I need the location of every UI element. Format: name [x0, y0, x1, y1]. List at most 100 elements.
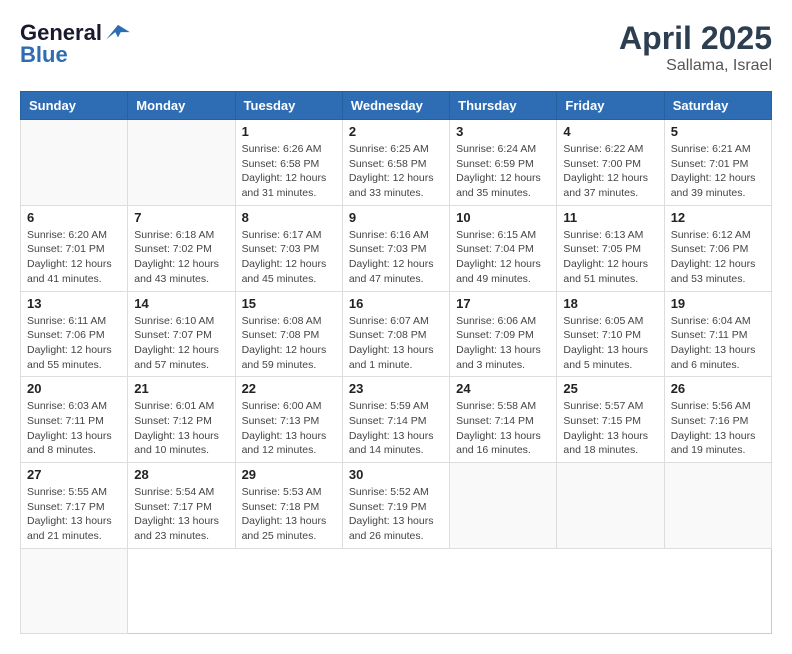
day-number: 14: [134, 296, 228, 311]
day-number: 5: [671, 124, 765, 139]
calendar-cell: 6Sunrise: 6:20 AM Sunset: 7:01 PM Daylig…: [21, 205, 128, 291]
calendar-cell: 20 Sunrise: 6:03 AM Sunset: 7:11 PM Dayli…: [21, 377, 128, 463]
logo-blue-text: Blue: [20, 42, 68, 68]
day-number: 23: [349, 381, 443, 396]
day-info: Sunrise: 6:07 AM Sunset: 7:08 PM Dayligh…: [349, 314, 443, 373]
day-info: Sunrise: 6:12 AM Sunset: 7:06 PM Dayligh…: [671, 228, 765, 287]
day-number: 25: [563, 381, 657, 396]
day-info: Sunrise: 6:01 AM Sunset: 7:12 PM Dayligh…: [134, 399, 228, 458]
day-number: 7: [134, 210, 228, 225]
day-number: 29: [242, 467, 336, 482]
day-info: Sunrise: 6:03 AM Sunset: 7:11 PM Dayligh…: [27, 399, 121, 458]
day-info: Sunrise: 5:54 AM Sunset: 7:17 PM Dayligh…: [134, 485, 228, 544]
header-friday: Friday: [557, 92, 664, 120]
day-info: Sunrise: 6:15 AM Sunset: 7:04 PM Dayligh…: [456, 228, 550, 287]
day-number: 9: [349, 210, 443, 225]
calendar-cell: 24 Sunrise: 5:58 AM Sunset: 7:14 PM Dayli…: [450, 377, 557, 463]
day-number: 17: [456, 296, 550, 311]
calendar-cell: 19 Sunrise: 6:04 AM Sunset: 7:11 PM Dayli…: [664, 291, 771, 377]
weekday-header-row: Sunday Monday Tuesday Wednesday Thursday…: [21, 92, 772, 120]
day-number: 4: [563, 124, 657, 139]
calendar-cell: 23 Sunrise: 5:59 AM Sunset: 7:14 PM Dayli…: [342, 377, 449, 463]
calendar-cell: 30Sunrise: 5:52 AM Sunset: 7:19 PM Dayli…: [342, 463, 449, 549]
calendar-cell: 3 Sunrise: 6:24 AM Sunset: 6:59 PM Daylig…: [450, 120, 557, 206]
day-info: Sunrise: 6:17 AM Sunset: 7:03 PM Dayligh…: [242, 228, 336, 287]
day-number: 15: [242, 296, 336, 311]
day-info: Sunrise: 6:26 AM Sunset: 6:58 PM Dayligh…: [242, 142, 336, 201]
calendar-row: 27Sunrise: 5:55 AM Sunset: 7:17 PM Dayli…: [21, 463, 772, 549]
day-info: Sunrise: 6:00 AM Sunset: 7:13 PM Dayligh…: [242, 399, 336, 458]
day-number: 12: [671, 210, 765, 225]
day-number: 3: [456, 124, 550, 139]
calendar-cell: 11Sunrise: 6:13 AM Sunset: 7:05 PM Dayli…: [557, 205, 664, 291]
header-tuesday: Tuesday: [235, 92, 342, 120]
calendar-cell: 28Sunrise: 5:54 AM Sunset: 7:17 PM Dayli…: [128, 463, 235, 549]
calendar-cell: 25 Sunrise: 5:57 AM Sunset: 7:15 PM Dayli…: [557, 377, 664, 463]
day-number: 8: [242, 210, 336, 225]
day-info: Sunrise: 5:57 AM Sunset: 7:15 PM Dayligh…: [563, 399, 657, 458]
calendar-cell: [557, 463, 664, 549]
calendar-cell: 8 Sunrise: 6:17 AM Sunset: 7:03 PM Daylig…: [235, 205, 342, 291]
day-info: Sunrise: 5:59 AM Sunset: 7:14 PM Dayligh…: [349, 399, 443, 458]
logo-bird-icon: [104, 23, 132, 43]
header-thursday: Thursday: [450, 92, 557, 120]
day-info: Sunrise: 5:55 AM Sunset: 7:17 PM Dayligh…: [27, 485, 121, 544]
day-info: Sunrise: 6:08 AM Sunset: 7:08 PM Dayligh…: [242, 314, 336, 373]
calendar-cell: 22Sunrise: 6:00 AM Sunset: 7:13 PM Dayli…: [235, 377, 342, 463]
day-info: Sunrise: 5:58 AM Sunset: 7:14 PM Dayligh…: [456, 399, 550, 458]
calendar-cell: [21, 548, 128, 633]
day-number: 16: [349, 296, 443, 311]
calendar-cell: 1 Sunrise: 6:26 AM Sunset: 6:58 PM Daylig…: [235, 120, 342, 206]
calendar-cell: 27Sunrise: 5:55 AM Sunset: 7:17 PM Dayli…: [21, 463, 128, 549]
calendar-cell: 12 Sunrise: 6:12 AM Sunset: 7:06 PM Dayli…: [664, 205, 771, 291]
day-info: Sunrise: 5:53 AM Sunset: 7:18 PM Dayligh…: [242, 485, 336, 544]
day-number: 20: [27, 381, 121, 396]
calendar-row: [21, 548, 772, 633]
page-header: General Blue April 2025 Sallama, Israel: [20, 20, 772, 75]
calendar-cell: 18Sunrise: 6:05 AM Sunset: 7:10 PM Dayli…: [557, 291, 664, 377]
day-info: Sunrise: 6:11 AM Sunset: 7:06 PM Dayligh…: [27, 314, 121, 373]
day-number: 2: [349, 124, 443, 139]
calendar-cell: 21 Sunrise: 6:01 AM Sunset: 7:12 PM Dayli…: [128, 377, 235, 463]
calendar-cell: 17 Sunrise: 6:06 AM Sunset: 7:09 PM Dayli…: [450, 291, 557, 377]
calendar-cell: [450, 463, 557, 549]
header-sunday: Sunday: [21, 92, 128, 120]
day-number: 26: [671, 381, 765, 396]
day-number: 1: [242, 124, 336, 139]
logo: General Blue: [20, 20, 132, 68]
day-info: Sunrise: 6:05 AM Sunset: 7:10 PM Dayligh…: [563, 314, 657, 373]
day-info: Sunrise: 6:06 AM Sunset: 7:09 PM Dayligh…: [456, 314, 550, 373]
title-block: April 2025 Sallama, Israel: [619, 20, 772, 75]
day-info: Sunrise: 5:56 AM Sunset: 7:16 PM Dayligh…: [671, 399, 765, 458]
day-number: 24: [456, 381, 550, 396]
calendar-cell: 15 Sunrise: 6:08 AM Sunset: 7:08 PM Dayli…: [235, 291, 342, 377]
day-info: Sunrise: 6:04 AM Sunset: 7:11 PM Dayligh…: [671, 314, 765, 373]
day-info: Sunrise: 6:21 AM Sunset: 7:01 PM Dayligh…: [671, 142, 765, 201]
calendar-cell: [128, 120, 235, 206]
day-info: Sunrise: 6:10 AM Sunset: 7:07 PM Dayligh…: [134, 314, 228, 373]
day-number: 6: [27, 210, 121, 225]
day-number: 13: [27, 296, 121, 311]
header-wednesday: Wednesday: [342, 92, 449, 120]
calendar-cell: 13 Sunrise: 6:11 AM Sunset: 7:06 PM Dayli…: [21, 291, 128, 377]
day-info: Sunrise: 6:24 AM Sunset: 6:59 PM Dayligh…: [456, 142, 550, 201]
calendar-table: Sunday Monday Tuesday Wednesday Thursday…: [20, 91, 772, 634]
day-number: 10: [456, 210, 550, 225]
calendar-cell: 7 Sunrise: 6:18 AM Sunset: 7:02 PM Daylig…: [128, 205, 235, 291]
calendar-row: 20 Sunrise: 6:03 AM Sunset: 7:11 PM Dayli…: [21, 377, 772, 463]
calendar-cell: 29 Sunrise: 5:53 AM Sunset: 7:18 PM Dayli…: [235, 463, 342, 549]
calendar-cell: 26 Sunrise: 5:56 AM Sunset: 7:16 PM Dayli…: [664, 377, 771, 463]
day-number: 21: [134, 381, 228, 396]
calendar-cell: [21, 120, 128, 206]
day-info: Sunrise: 6:22 AM Sunset: 7:00 PM Dayligh…: [563, 142, 657, 201]
day-info: Sunrise: 5:52 AM Sunset: 7:19 PM Dayligh…: [349, 485, 443, 544]
day-info: Sunrise: 6:18 AM Sunset: 7:02 PM Dayligh…: [134, 228, 228, 287]
calendar-cell: 14 Sunrise: 6:10 AM Sunset: 7:07 PM Dayli…: [128, 291, 235, 377]
calendar-row: 1 Sunrise: 6:26 AM Sunset: 6:58 PM Daylig…: [21, 120, 772, 206]
calendar-cell: [664, 463, 771, 549]
day-info: Sunrise: 6:16 AM Sunset: 7:03 PM Dayligh…: [349, 228, 443, 287]
day-info: Sunrise: 6:13 AM Sunset: 7:05 PM Dayligh…: [563, 228, 657, 287]
calendar-cell: 9 Sunrise: 6:16 AM Sunset: 7:03 PM Daylig…: [342, 205, 449, 291]
header-saturday: Saturday: [664, 92, 771, 120]
day-number: 19: [671, 296, 765, 311]
